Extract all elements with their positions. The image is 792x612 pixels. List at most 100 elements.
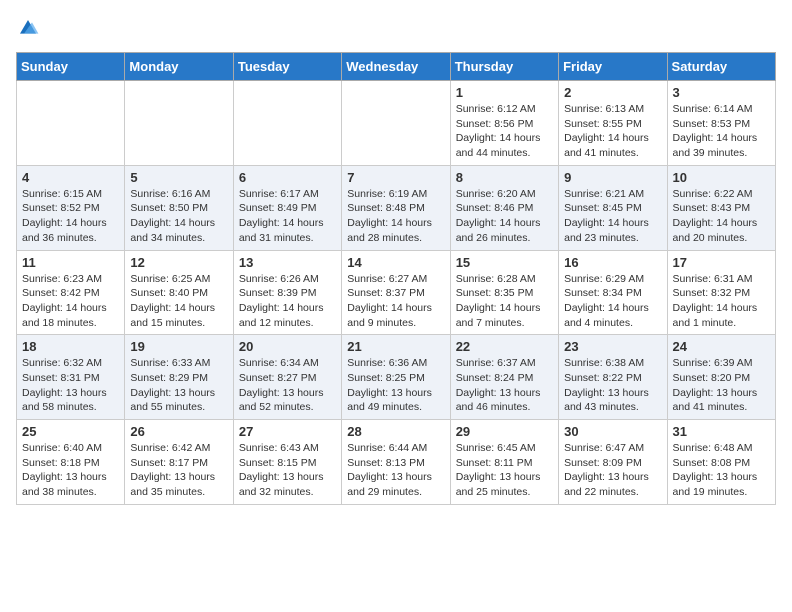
col-header-monday: Monday: [125, 53, 233, 81]
day-info: Sunrise: 6:27 AM Sunset: 8:37 PM Dayligh…: [347, 272, 444, 331]
calendar-header-row: SundayMondayTuesdayWednesdayThursdayFrid…: [17, 53, 776, 81]
day-number: 1: [456, 85, 553, 100]
day-number: 28: [347, 424, 444, 439]
calendar-cell: 10 Sunrise: 6:22 AM Sunset: 8:43 PM Dayli…: [667, 165, 775, 250]
calendar-cell: 21 Sunrise: 6:36 AM Sunset: 8:25 PM Dayli…: [342, 335, 450, 420]
calendar-cell: 11 Sunrise: 6:23 AM Sunset: 8:42 PM Dayli…: [17, 250, 125, 335]
day-number: 22: [456, 339, 553, 354]
col-header-wednesday: Wednesday: [342, 53, 450, 81]
calendar-cell: 14 Sunrise: 6:27 AM Sunset: 8:37 PM Dayli…: [342, 250, 450, 335]
calendar-cell: 25 Sunrise: 6:40 AM Sunset: 8:18 PM Dayli…: [17, 420, 125, 505]
day-number: 4: [22, 170, 119, 185]
day-number: 12: [130, 255, 227, 270]
calendar-cell: 22 Sunrise: 6:37 AM Sunset: 8:24 PM Dayli…: [450, 335, 558, 420]
calendar-cell: 13 Sunrise: 6:26 AM Sunset: 8:39 PM Dayli…: [233, 250, 341, 335]
calendar-cell: 17Sunrise: 6:31 AM Sunset: 8:32 PM Dayli…: [667, 250, 775, 335]
day-info: Sunrise: 6:20 AM Sunset: 8:46 PM Dayligh…: [456, 187, 553, 246]
calendar-week-row: 4 Sunrise: 6:15 AM Sunset: 8:52 PM Daylig…: [17, 165, 776, 250]
calendar-cell: 16Sunrise: 6:29 AM Sunset: 8:34 PM Dayli…: [559, 250, 667, 335]
day-number: 25: [22, 424, 119, 439]
day-number: 11: [22, 255, 119, 270]
day-info: Sunrise: 6:40 AM Sunset: 8:18 PM Dayligh…: [22, 441, 119, 500]
day-info: Sunrise: 6:37 AM Sunset: 8:24 PM Dayligh…: [456, 356, 553, 415]
day-info: Sunrise: 6:42 AM Sunset: 8:17 PM Dayligh…: [130, 441, 227, 500]
day-number: 9: [564, 170, 661, 185]
calendar-cell: 2 Sunrise: 6:13 AM Sunset: 8:55 PM Daylig…: [559, 81, 667, 166]
calendar-cell: [17, 81, 125, 166]
calendar-cell: 29 Sunrise: 6:45 AM Sunset: 8:11 PM Dayli…: [450, 420, 558, 505]
day-info: Sunrise: 6:16 AM Sunset: 8:50 PM Dayligh…: [130, 187, 227, 246]
day-info: Sunrise: 6:15 AM Sunset: 8:52 PM Dayligh…: [22, 187, 119, 246]
day-info: Sunrise: 6:26 AM Sunset: 8:39 PM Dayligh…: [239, 272, 336, 331]
day-number: 20: [239, 339, 336, 354]
calendar-cell: 28 Sunrise: 6:44 AM Sunset: 8:13 PM Dayli…: [342, 420, 450, 505]
day-info: Sunrise: 6:25 AM Sunset: 8:40 PM Dayligh…: [130, 272, 227, 331]
day-number: 3: [673, 85, 770, 100]
calendar-cell: 3 Sunrise: 6:14 AM Sunset: 8:53 PM Daylig…: [667, 81, 775, 166]
calendar-week-row: 25 Sunrise: 6:40 AM Sunset: 8:18 PM Dayli…: [17, 420, 776, 505]
calendar-cell: 19Sunrise: 6:33 AM Sunset: 8:29 PM Dayli…: [125, 335, 233, 420]
page-header: [16, 16, 776, 40]
day-number: 10: [673, 170, 770, 185]
day-info: Sunrise: 6:45 AM Sunset: 8:11 PM Dayligh…: [456, 441, 553, 500]
day-number: 8: [456, 170, 553, 185]
day-number: 26: [130, 424, 227, 439]
day-info: Sunrise: 6:47 AM Sunset: 8:09 PM Dayligh…: [564, 441, 661, 500]
day-info: Sunrise: 6:32 AM Sunset: 8:31 PM Dayligh…: [22, 356, 119, 415]
day-info: Sunrise: 6:22 AM Sunset: 8:43 PM Dayligh…: [673, 187, 770, 246]
calendar-cell: [125, 81, 233, 166]
calendar-cell: 5 Sunrise: 6:16 AM Sunset: 8:50 PM Daylig…: [125, 165, 233, 250]
day-info: Sunrise: 6:43 AM Sunset: 8:15 PM Dayligh…: [239, 441, 336, 500]
day-info: Sunrise: 6:28 AM Sunset: 8:35 PM Dayligh…: [456, 272, 553, 331]
day-number: 19: [130, 339, 227, 354]
calendar-cell: 4 Sunrise: 6:15 AM Sunset: 8:52 PM Daylig…: [17, 165, 125, 250]
calendar-cell: 15 Sunrise: 6:28 AM Sunset: 8:35 PM Dayli…: [450, 250, 558, 335]
day-info: Sunrise: 6:29 AM Sunset: 8:34 PM Dayligh…: [564, 272, 661, 331]
col-header-thursday: Thursday: [450, 53, 558, 81]
day-info: Sunrise: 6:21 AM Sunset: 8:45 PM Dayligh…: [564, 187, 661, 246]
day-number: 31: [673, 424, 770, 439]
day-number: 29: [456, 424, 553, 439]
calendar-cell: 23 Sunrise: 6:38 AM Sunset: 8:22 PM Dayli…: [559, 335, 667, 420]
day-number: 24: [673, 339, 770, 354]
day-info: Sunrise: 6:36 AM Sunset: 8:25 PM Dayligh…: [347, 356, 444, 415]
calendar-cell: 26 Sunrise: 6:42 AM Sunset: 8:17 PM Dayli…: [125, 420, 233, 505]
day-number: 27: [239, 424, 336, 439]
calendar-cell: 1 Sunrise: 6:12 AM Sunset: 8:56 PM Daylig…: [450, 81, 558, 166]
calendar-cell: 20Sunrise: 6:34 AM Sunset: 8:27 PM Dayli…: [233, 335, 341, 420]
day-number: 2: [564, 85, 661, 100]
day-info: Sunrise: 6:31 AM Sunset: 8:32 PM Dayligh…: [673, 272, 770, 331]
day-info: Sunrise: 6:39 AM Sunset: 8:20 PM Dayligh…: [673, 356, 770, 415]
day-number: 15: [456, 255, 553, 270]
day-number: 14: [347, 255, 444, 270]
calendar-cell: 9 Sunrise: 6:21 AM Sunset: 8:45 PM Daylig…: [559, 165, 667, 250]
calendar-week-row: 18 Sunrise: 6:32 AM Sunset: 8:31 PM Dayli…: [17, 335, 776, 420]
day-info: Sunrise: 6:38 AM Sunset: 8:22 PM Dayligh…: [564, 356, 661, 415]
calendar-cell: 30 Sunrise: 6:47 AM Sunset: 8:09 PM Dayli…: [559, 420, 667, 505]
logo: [16, 16, 44, 40]
day-number: 18: [22, 339, 119, 354]
day-info: Sunrise: 6:13 AM Sunset: 8:55 PM Dayligh…: [564, 102, 661, 161]
day-number: 23: [564, 339, 661, 354]
calendar-table: SundayMondayTuesdayWednesdayThursdayFrid…: [16, 52, 776, 505]
day-number: 30: [564, 424, 661, 439]
day-number: 21: [347, 339, 444, 354]
day-info: Sunrise: 6:19 AM Sunset: 8:48 PM Dayligh…: [347, 187, 444, 246]
day-info: Sunrise: 6:44 AM Sunset: 8:13 PM Dayligh…: [347, 441, 444, 500]
calendar-cell: [233, 81, 341, 166]
calendar-cell: 6 Sunrise: 6:17 AM Sunset: 8:49 PM Daylig…: [233, 165, 341, 250]
day-number: 5: [130, 170, 227, 185]
calendar-cell: 27 Sunrise: 6:43 AM Sunset: 8:15 PM Dayli…: [233, 420, 341, 505]
day-info: Sunrise: 6:17 AM Sunset: 8:49 PM Dayligh…: [239, 187, 336, 246]
calendar-cell: 7Sunrise: 6:19 AM Sunset: 8:48 PM Daylig…: [342, 165, 450, 250]
calendar-cell: 24 Sunrise: 6:39 AM Sunset: 8:20 PM Dayli…: [667, 335, 775, 420]
logo-icon: [16, 16, 40, 40]
calendar-week-row: 1 Sunrise: 6:12 AM Sunset: 8:56 PM Daylig…: [17, 81, 776, 166]
col-header-friday: Friday: [559, 53, 667, 81]
day-number: 13: [239, 255, 336, 270]
day-info: Sunrise: 6:14 AM Sunset: 8:53 PM Dayligh…: [673, 102, 770, 161]
day-number: 6: [239, 170, 336, 185]
calendar-cell: [342, 81, 450, 166]
day-info: Sunrise: 6:12 AM Sunset: 8:56 PM Dayligh…: [456, 102, 553, 161]
day-info: Sunrise: 6:23 AM Sunset: 8:42 PM Dayligh…: [22, 272, 119, 331]
